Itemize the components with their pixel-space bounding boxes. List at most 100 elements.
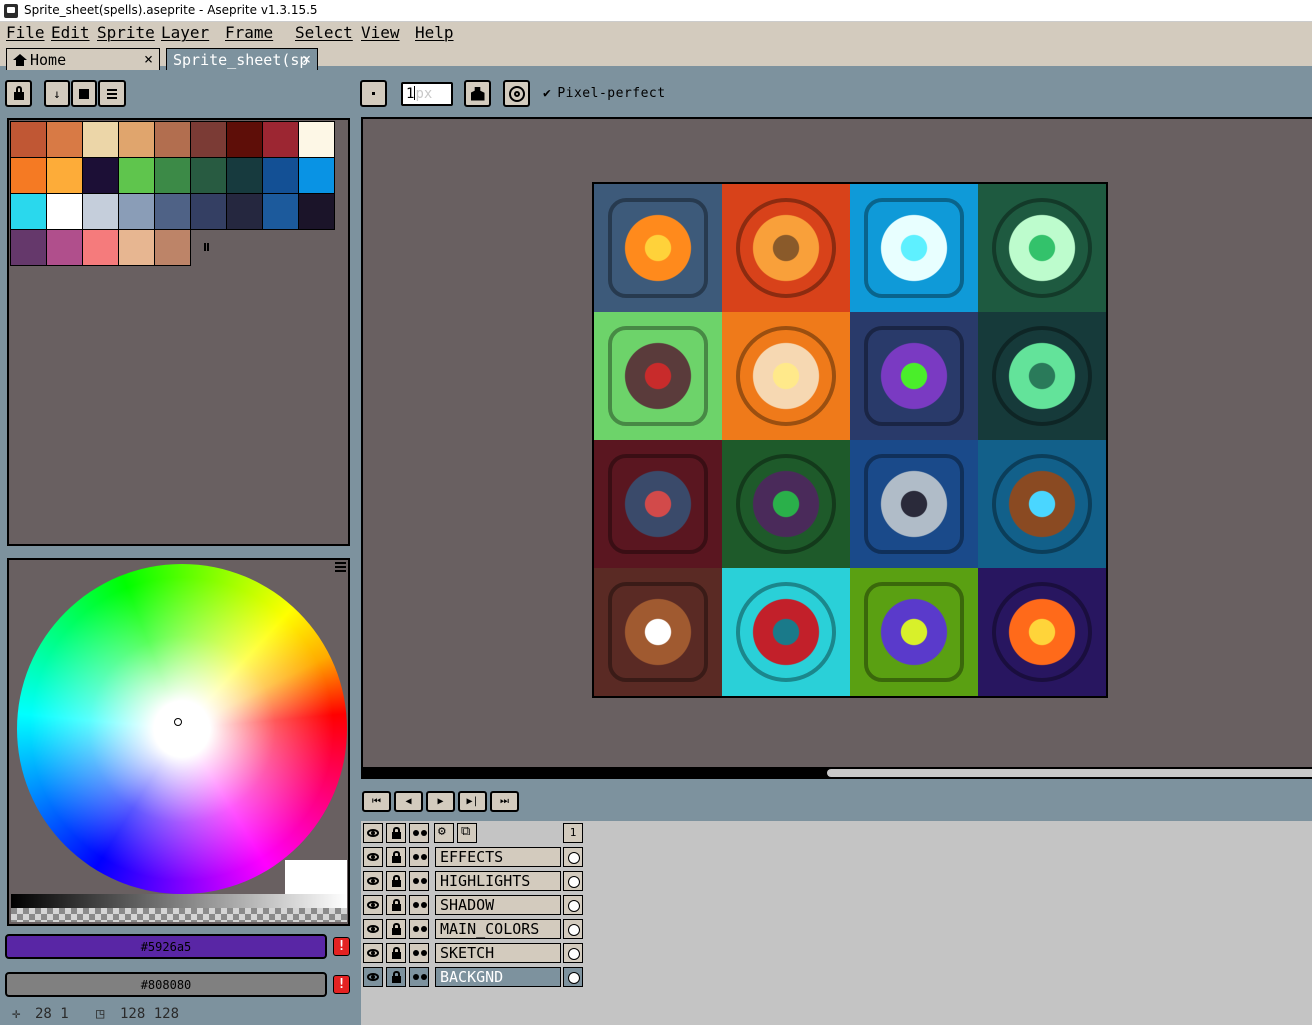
palette-swatch[interactable] xyxy=(118,121,155,158)
play-button[interactable]: ▶ xyxy=(426,791,455,812)
palette-swatch[interactable] xyxy=(262,157,299,194)
palette-swatch[interactable] xyxy=(190,157,227,194)
header-lock-button[interactable] xyxy=(386,823,406,843)
palette-swatch[interactable] xyxy=(226,193,263,230)
layer-cel[interactable] xyxy=(563,943,583,963)
palette-options-button[interactable] xyxy=(98,80,126,107)
palette-swatch[interactable] xyxy=(82,157,119,194)
palette-swatch[interactable] xyxy=(118,229,155,266)
layer-continuous-toggle[interactable] xyxy=(409,871,429,891)
foreground-warning-icon[interactable]: ! xyxy=(333,937,350,956)
scrollbar-thumb[interactable] xyxy=(827,769,1312,777)
layer-row[interactable]: EFFECTS xyxy=(361,845,585,869)
layer-visibility-toggle[interactable] xyxy=(363,919,383,939)
tab-sprite-sheet[interactable]: Sprite_sheet(sp × xyxy=(166,48,318,70)
layer-visibility-toggle[interactable] xyxy=(363,871,383,891)
onion-skin-button[interactable]: ⚙ xyxy=(434,823,454,843)
color-wheel[interactable] xyxy=(17,564,347,894)
menu-edit[interactable]: Edit xyxy=(51,23,90,42)
layer-row[interactable]: MAIN_COLORS xyxy=(361,917,585,941)
foreground-color-button[interactable]: #5926a5 xyxy=(5,934,327,959)
layer-visibility-toggle[interactable] xyxy=(363,895,383,915)
layer-row[interactable]: SHADOW xyxy=(361,893,585,917)
previous-frame-button[interactable]: ◀ xyxy=(394,791,423,812)
palette-lock-button[interactable] xyxy=(5,80,32,107)
dynamics-button[interactable] xyxy=(503,80,530,107)
pixel-perfect-checkbox[interactable]: ✔ Pixel-perfect xyxy=(543,86,666,101)
tab-sprite-close-icon[interactable]: × xyxy=(302,50,311,68)
background-color-button[interactable]: #808080 xyxy=(5,972,327,997)
layer-visibility-toggle[interactable] xyxy=(363,967,383,987)
layer-row[interactable]: BACKGND xyxy=(361,965,585,989)
selected-shade-swatch[interactable] xyxy=(285,860,347,894)
layer-name[interactable]: MAIN_COLORS xyxy=(435,919,561,939)
ink-type-button[interactable] xyxy=(464,80,491,107)
layer-visibility-toggle[interactable] xyxy=(363,943,383,963)
palette-swatch[interactable] xyxy=(46,193,83,230)
palette-sort-button[interactable]: ↓ xyxy=(44,80,70,107)
palette-swatch[interactable] xyxy=(154,121,191,158)
palette-swatch[interactable] xyxy=(298,193,335,230)
layer-name[interactable]: HIGHLIGHTS xyxy=(435,871,561,891)
palette-swatch[interactable] xyxy=(46,121,83,158)
value-slider[interactable] xyxy=(11,894,347,908)
horizontal-scrollbar[interactable] xyxy=(361,767,1312,779)
layer-continuous-toggle[interactable] xyxy=(409,895,429,915)
background-warning-icon[interactable]: ! xyxy=(333,975,350,994)
layer-name[interactable]: SHADOW xyxy=(435,895,561,915)
layer-continuous-toggle[interactable] xyxy=(409,943,429,963)
menu-sprite[interactable]: Sprite xyxy=(97,23,155,42)
palette-swatch[interactable] xyxy=(82,229,119,266)
layer-cel[interactable] xyxy=(563,967,583,987)
palette-swatch[interactable] xyxy=(46,157,83,194)
layer-name[interactable]: EFFECTS xyxy=(435,847,561,867)
layer-lock-toggle[interactable] xyxy=(386,919,406,939)
palette-swatch[interactable] xyxy=(10,121,47,158)
color-wheel-cursor[interactable] xyxy=(174,718,182,726)
palette-presets-button[interactable] xyxy=(71,80,97,107)
layer-continuous-toggle[interactable] xyxy=(409,847,429,867)
palette-swatch[interactable] xyxy=(298,157,335,194)
palette-swatch[interactable] xyxy=(262,193,299,230)
palette-swatch[interactable] xyxy=(154,157,191,194)
menu-file[interactable]: File xyxy=(6,23,45,42)
menu-view[interactable]: View xyxy=(361,23,400,42)
menu-help[interactable]: Help xyxy=(415,23,454,42)
alpha-slider[interactable] xyxy=(11,908,347,922)
palette-swatch[interactable] xyxy=(154,229,191,266)
palette-swatch[interactable] xyxy=(82,193,119,230)
palette-swatch[interactable] xyxy=(10,229,47,266)
next-frame-button[interactable]: ▶| xyxy=(458,791,487,812)
sprite-canvas[interactable] xyxy=(592,182,1108,698)
palette-swatch[interactable] xyxy=(118,157,155,194)
palette-swatch[interactable] xyxy=(46,229,83,266)
layer-lock-toggle[interactable] xyxy=(386,871,406,891)
palette-swatch[interactable] xyxy=(262,121,299,158)
palette-swatch[interactable] xyxy=(226,121,263,158)
palette-resize-handle[interactable] xyxy=(204,243,209,251)
layer-cel[interactable] xyxy=(563,919,583,939)
last-frame-button[interactable]: ⏭ xyxy=(490,791,519,812)
layer-row[interactable]: SKETCH xyxy=(361,941,585,965)
palette-swatch[interactable] xyxy=(10,157,47,194)
menu-select[interactable]: Select xyxy=(295,23,353,42)
layer-name[interactable]: SKETCH xyxy=(435,943,561,963)
header-continuous-button[interactable] xyxy=(409,823,429,843)
palette-swatch[interactable] xyxy=(154,193,191,230)
menu-frame[interactable]: Frame xyxy=(225,23,273,42)
layer-cel[interactable] xyxy=(563,871,583,891)
layer-lock-toggle[interactable] xyxy=(386,967,406,987)
layer-continuous-toggle[interactable] xyxy=(409,919,429,939)
tab-home-close-icon[interactable]: × xyxy=(144,50,153,68)
palette-swatch[interactable] xyxy=(10,193,47,230)
frame-number-header[interactable]: 1 xyxy=(563,823,583,843)
palette-swatch[interactable] xyxy=(190,121,227,158)
header-eye-button[interactable] xyxy=(363,823,383,843)
layer-continuous-toggle[interactable] xyxy=(409,967,429,987)
layer-cel[interactable] xyxy=(563,847,583,867)
layer-lock-toggle[interactable] xyxy=(386,943,406,963)
tab-home[interactable]: Home × xyxy=(6,48,160,70)
first-frame-button[interactable]: ⏮ xyxy=(362,791,391,812)
brush-type-button[interactable] xyxy=(360,80,387,107)
layer-name[interactable]: BACKGND xyxy=(435,967,561,987)
